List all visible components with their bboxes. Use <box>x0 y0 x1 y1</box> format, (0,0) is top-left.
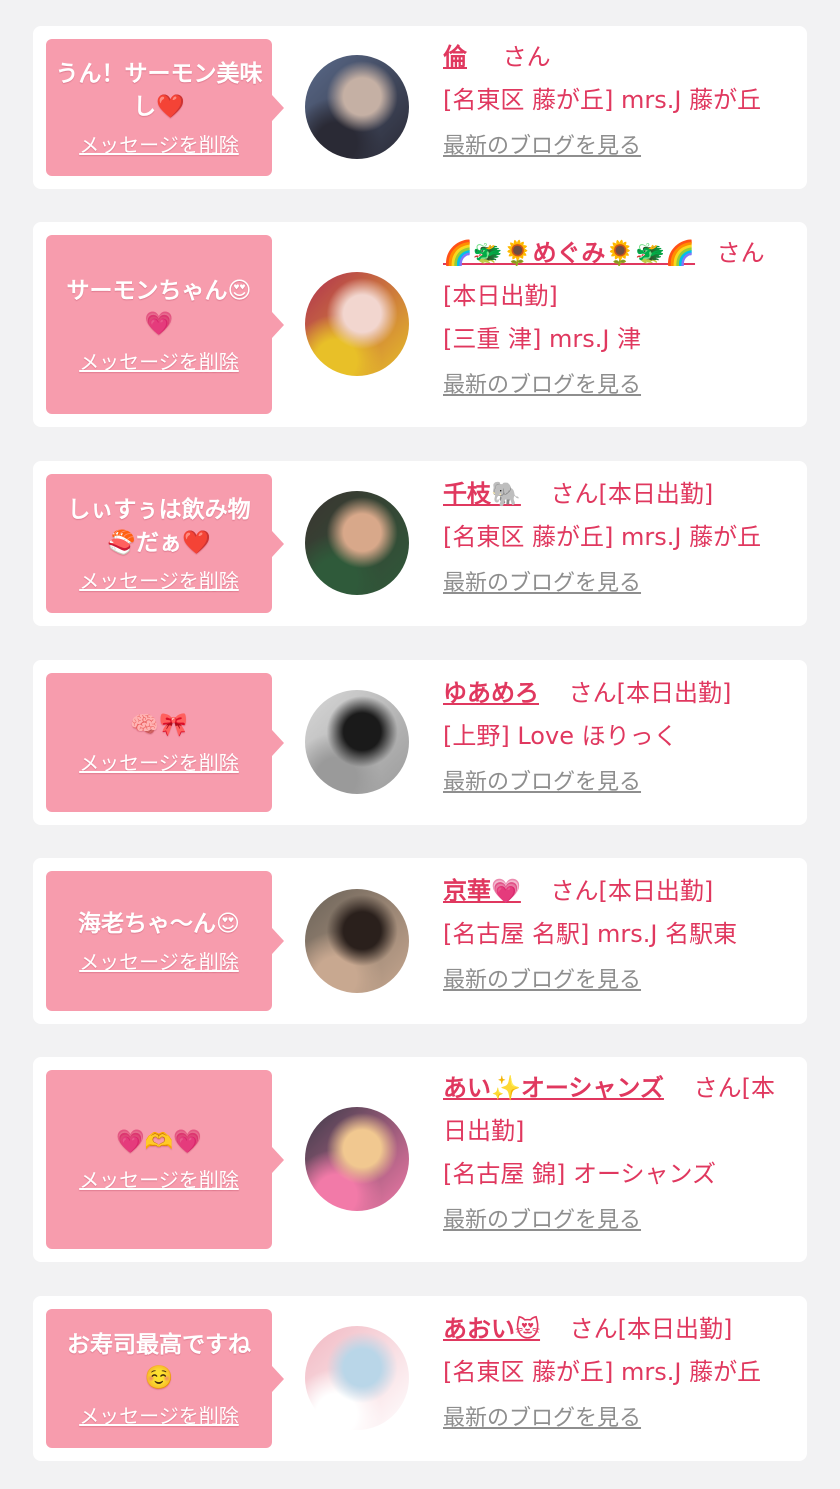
message-text: 🧠🎀 <box>130 712 188 738</box>
latest-blog-link[interactable]: 最新のブログを見る <box>443 132 641 162</box>
message-text: お寿司最高ですね☺️ <box>67 1331 251 1391</box>
message-text: サーモンちゃん😍💗 <box>66 277 252 337</box>
message-card: サーモンちゃん😍💗 メッセージを削除 🌈🐲🌻めぐみ🌻🐲🌈 さん[本日出勤] [三… <box>33 222 807 427</box>
delete-message-link[interactable]: メッセージを削除 <box>79 750 239 776</box>
latest-blog-link[interactable]: 最新のブログを見る <box>443 768 641 798</box>
message-bubble: サーモンちゃん😍💗 メッセージを削除 <box>46 235 284 414</box>
profile-name-link[interactable]: 京華💗 <box>443 877 521 905</box>
profile-info: ゆあめろ さん[本日出勤] [上野] Love ほりっく 最新のブログを見る <box>443 672 795 803</box>
profile-info: あおい😻 さん[本日出勤] [名東区 藤が丘] mrs.J 藤が丘 最新のブログ… <box>443 1308 795 1439</box>
message-bubble: うん！サーモン美味し❤️ メッセージを削除 <box>46 39 284 176</box>
shop-label: [名古屋 名駅] mrs.J 名駅東 <box>443 920 738 948</box>
message-list: うん！サーモン美味し❤️ メッセージを削除 倫 さん [名東区 藤が丘] mrs… <box>0 0 840 1489</box>
profile-name-link[interactable]: あい✨オーシャンズ <box>443 1074 664 1102</box>
message-text: 💗🫶💗 <box>116 1129 202 1155</box>
profile-name-link[interactable]: 倫 <box>443 43 467 71</box>
message-text: うん！サーモン美味し❤️ <box>55 60 263 120</box>
delete-message-link[interactable]: メッセージを削除 <box>79 132 239 158</box>
delete-message-link[interactable]: メッセージを削除 <box>79 949 239 975</box>
delete-message-link[interactable]: メッセージを削除 <box>79 1403 239 1429</box>
delete-message-link[interactable]: メッセージを削除 <box>79 1167 239 1193</box>
profile-name-link[interactable]: ゆあめろ <box>443 679 539 707</box>
delete-message-link[interactable]: メッセージを削除 <box>79 349 239 375</box>
shop-label: [名古屋 錦] オーシャンズ <box>443 1160 717 1188</box>
latest-blog-link[interactable]: 最新のブログを見る <box>443 569 641 599</box>
message-card: 💗🫶💗 メッセージを削除 あい✨オーシャンズ さん[本日出勤] [名古屋 錦] … <box>33 1057 807 1262</box>
message-card: うん！サーモン美味し❤️ メッセージを削除 倫 さん [名東区 藤が丘] mrs… <box>33 26 807 189</box>
honorific-status: さん[本日出勤] <box>569 1315 733 1343</box>
avatar[interactable] <box>305 55 409 159</box>
delete-message-link[interactable]: メッセージを削除 <box>79 568 239 594</box>
avatar[interactable] <box>305 1326 409 1430</box>
message-text: 海老ちゃ〜ん😍 <box>78 910 240 937</box>
avatar[interactable] <box>305 889 409 993</box>
honorific-status: さん <box>502 43 551 71</box>
message-card: 🧠🎀 メッセージを削除 ゆあめろ さん[本日出勤] [上野] Love ほりっく… <box>33 660 807 825</box>
message-card: しぃすぅは飲み物🍣だぁ❤️ メッセージを削除 千枝🐘 さん[本日出勤] [名東区… <box>33 461 807 626</box>
shop-label: [三重 津] mrs.J 津 <box>443 325 642 353</box>
avatar[interactable] <box>305 491 409 595</box>
latest-blog-link[interactable]: 最新のブログを見る <box>443 371 641 401</box>
latest-blog-link[interactable]: 最新のブログを見る <box>443 1206 641 1236</box>
message-bubble: 🧠🎀 メッセージを削除 <box>46 673 284 812</box>
honorific-status: さん[本日出勤] <box>568 679 732 707</box>
shop-label: [上野] Love ほりっく <box>443 722 678 750</box>
shop-label: [名東区 藤が丘] mrs.J 藤が丘 <box>443 523 762 551</box>
latest-blog-link[interactable]: 最新のブログを見る <box>443 966 641 996</box>
shop-label: [名東区 藤が丘] mrs.J 藤が丘 <box>443 86 762 114</box>
avatar[interactable] <box>305 690 409 794</box>
profile-name-link[interactable]: あおい😻 <box>443 1315 540 1343</box>
message-bubble: 海老ちゃ〜ん😍 メッセージを削除 <box>46 871 284 1011</box>
profile-info: あい✨オーシャンズ さん[本日出勤] [名古屋 錦] オーシャンズ 最新のブログ… <box>443 1067 795 1241</box>
profile-name-link[interactable]: 🌈🐲🌻めぐみ🌻🐲🌈 <box>443 239 695 267</box>
profile-info: 千枝🐘 さん[本日出勤] [名東区 藤が丘] mrs.J 藤が丘 最新のブログを… <box>443 473 795 604</box>
message-card: お寿司最高ですね☺️ メッセージを削除 あおい😻 さん[本日出勤] [名東区 藤… <box>33 1296 807 1461</box>
profile-name-link[interactable]: 千枝🐘 <box>443 480 521 508</box>
message-bubble: 💗🫶💗 メッセージを削除 <box>46 1070 284 1249</box>
avatar[interactable] <box>305 272 409 376</box>
honorific-status: さん[本日出勤] <box>550 480 714 508</box>
profile-info: 倫 さん [名東区 藤が丘] mrs.J 藤が丘 最新のブログを見る <box>443 36 795 167</box>
profile-info: 京華💗 さん[本日出勤] [名古屋 名駅] mrs.J 名駅東 最新のブログを見… <box>443 870 795 1001</box>
latest-blog-link[interactable]: 最新のブログを見る <box>443 1404 641 1434</box>
avatar[interactable] <box>305 1107 409 1211</box>
honorific-status: さん[本日出勤] <box>550 877 714 905</box>
message-text: しぃすぅは飲み物🍣だぁ❤️ <box>67 496 251 556</box>
shop-label: [名東区 藤が丘] mrs.J 藤が丘 <box>443 1358 762 1386</box>
message-card: 海老ちゃ〜ん😍 メッセージを削除 京華💗 さん[本日出勤] [名古屋 名駅] m… <box>33 858 807 1024</box>
message-bubble: しぃすぅは飲み物🍣だぁ❤️ メッセージを削除 <box>46 474 284 613</box>
message-bubble: お寿司最高ですね☺️ メッセージを削除 <box>46 1309 284 1448</box>
profile-info: 🌈🐲🌻めぐみ🌻🐲🌈 さん[本日出勤] [三重 津] mrs.J 津 最新のブログ… <box>443 232 795 406</box>
